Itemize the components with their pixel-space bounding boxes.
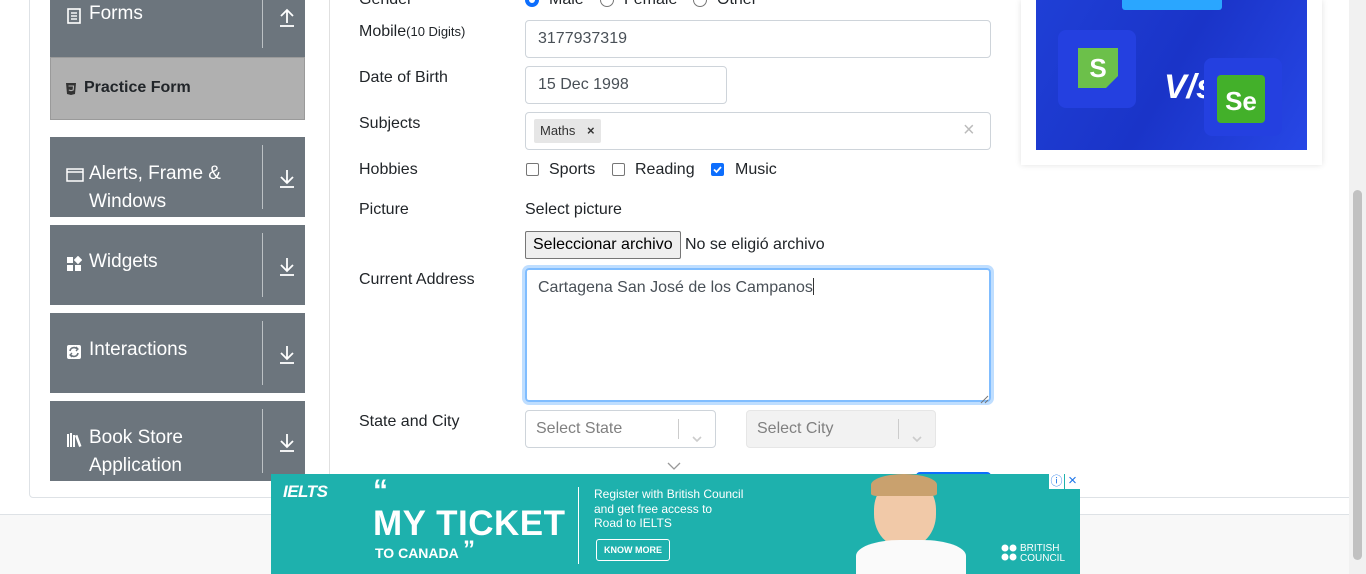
ad-brand: IELTS — [283, 482, 328, 501]
state-select[interactable]: Select State — [525, 410, 716, 448]
sidebar-item-label: Practice Form — [84, 79, 191, 96]
ad-body-line: Road to IELTS — [594, 516, 672, 530]
ad-close-icon[interactable]: × — [1065, 473, 1080, 489]
sidebar-divider — [329, 0, 330, 490]
sidebar-group-label: Book Store — [89, 427, 183, 448]
british-council-logo-icon — [1001, 544, 1017, 562]
sidebar-group-widgets[interactable]: Widgets — [50, 225, 305, 305]
form-icon — [66, 7, 84, 25]
state-placeholder: Select State — [536, 420, 623, 437]
expand-down-icon[interactable] — [277, 167, 297, 189]
ad-subline: TO CANADA — [375, 545, 459, 561]
address-text: Cartagena San José de los Campanos — [538, 279, 813, 296]
selenium-logo-icon: Se — [1217, 75, 1265, 123]
ad-right-banner[interactable]: S V/s Se — [1036, 0, 1307, 150]
ad-decoration — [1122, 0, 1222, 10]
html5-icon — [65, 82, 77, 101]
mobile-hint: (10 Digits) — [406, 24, 466, 39]
ad-body-line: and get free access to — [594, 502, 713, 516]
file-status: No se eligió archivo — [685, 236, 825, 253]
gender-label: Gender — [359, 0, 412, 9]
ad-separator — [578, 487, 579, 564]
separator — [262, 0, 263, 48]
separator — [678, 419, 679, 439]
gender-option-label: Male — [549, 0, 584, 9]
ad-info-icon[interactable]: ⓘ — [1049, 474, 1064, 489]
sidebar-group-label-line2: Windows — [89, 191, 167, 212]
sidebar-item-practice-form[interactable]: Practice Form — [50, 57, 305, 120]
collapse-up-icon[interactable] — [277, 6, 297, 28]
hobby-label: Music — [735, 161, 777, 178]
subject-chip: Maths × — [534, 119, 601, 143]
chevron-down-icon — [691, 423, 703, 443]
ad-person-hair — [871, 474, 937, 496]
sidebar-group-label: Widgets — [89, 251, 158, 272]
hobby-label: Reading — [635, 161, 695, 178]
ad-person-shirt — [856, 540, 966, 574]
expand-down-icon[interactable] — [277, 431, 297, 453]
widgets-icon — [66, 255, 84, 274]
separator — [898, 419, 899, 439]
hobby-checkbox-sports[interactable] — [526, 163, 539, 176]
dob-label: Date of Birth — [359, 69, 448, 86]
sidebar-group-forms[interactable]: Forms — [50, 0, 305, 57]
chip-remove-icon[interactable]: × — [587, 123, 595, 138]
ad-sponsor-line: COUNCIL — [1020, 553, 1066, 564]
resize-handle-icon[interactable] — [980, 391, 989, 409]
separator — [262, 145, 263, 209]
hobbies-label: Hobbies — [359, 161, 418, 178]
state-city-label: State and City — [359, 413, 460, 430]
subject-chip-label: Maths — [540, 123, 576, 138]
interactions-icon — [66, 344, 84, 362]
sidebar-group-book-store[interactable]: Book Store Application — [50, 401, 305, 481]
sidebar-group-label-line2: Application — [89, 455, 182, 476]
ad-bottom-banner[interactable]: IELTS “ MY TICKET TO CANADA ” Register w… — [271, 474, 1080, 574]
window-icon — [66, 167, 84, 185]
ad-open-quote: “ — [373, 474, 388, 507]
separator — [262, 321, 263, 385]
scrollbar-thumb[interactable] — [1353, 190, 1362, 560]
clear-icon[interactable]: × — [963, 119, 975, 142]
gender-option-label: Female — [624, 0, 677, 9]
sidebar-group-label: Alerts, Frame & — [89, 163, 221, 184]
address-label: Current Address — [359, 271, 475, 288]
separator — [262, 409, 263, 473]
sidebar-group-interactions[interactable]: Interactions — [50, 313, 305, 393]
chevron-down-icon — [911, 423, 923, 443]
address-textarea[interactable]: Cartagena San José de los Campanos — [525, 268, 991, 402]
sidebar-group-alerts[interactable]: Alerts, Frame & Windows — [50, 137, 305, 217]
mobile-label: Mobile(10 Digits) — [359, 23, 466, 40]
sidebar-group-label: Forms — [89, 3, 143, 24]
sidebar-group-label: Interactions — [89, 339, 188, 360]
subjects-label: Subjects — [359, 115, 421, 132]
ad-know-more-button[interactable]: KNOW MORE — [596, 539, 670, 561]
dob-input[interactable]: 15 Dec 1998 — [525, 66, 727, 104]
ad-close-quote: ” — [463, 536, 475, 563]
text-cursor — [812, 278, 814, 295]
check-icon — [713, 166, 722, 174]
picture-label: Picture — [359, 201, 409, 218]
hobby-label: Sports — [549, 161, 596, 178]
hobby-checkbox-reading[interactable] — [612, 163, 625, 176]
city-placeholder: Select City — [757, 420, 834, 437]
gender-option-label: Other — [717, 0, 757, 9]
books-icon — [66, 432, 84, 450]
city-select[interactable]: Select City — [746, 410, 936, 448]
expand-down-icon[interactable] — [277, 343, 297, 365]
choose-file-button[interactable]: Seleccionar archivo — [525, 231, 681, 259]
expand-down-icon[interactable] — [277, 255, 297, 277]
separator — [262, 233, 263, 297]
ad-body-line: Register with British Council — [594, 487, 744, 501]
picture-caption: Select picture — [525, 201, 622, 218]
hobby-checkbox-music[interactable] — [711, 163, 724, 176]
mobile-input[interactable]: 3177937319 — [525, 20, 991, 58]
katalon-logo-icon: S — [1078, 48, 1118, 88]
